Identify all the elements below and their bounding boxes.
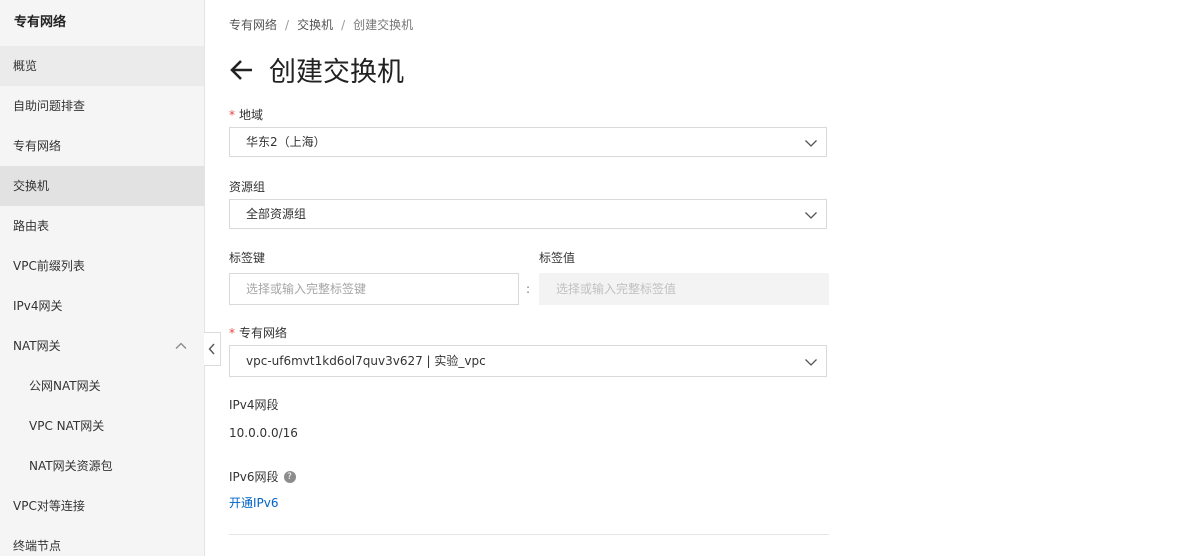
- sidebar-item-nat-package[interactable]: NAT网关资源包: [0, 446, 204, 486]
- main-content: 专有网络 / 交换机 / 创建交换机 创建交换机 * 地域 华东2（上海） 资源组 全部资…: [229, 0, 829, 556]
- region-select-value: 华东2（上海）: [246, 135, 326, 149]
- sidebar-item-public-nat[interactable]: 公网NAT网关: [0, 366, 204, 406]
- tag-separator: :: [526, 282, 531, 296]
- vpc-label: * 专有网络: [229, 324, 287, 341]
- breadcrumb-item-current: 创建交换机: [353, 18, 414, 32]
- tag-value-input[interactable]: 选择或输入完整标签值: [539, 273, 829, 305]
- sidebar-item-route-table[interactable]: 路由表: [0, 206, 204, 246]
- page-title-text: 创建交换机: [269, 57, 404, 88]
- sidebar-item-vpc[interactable]: 专有网络: [0, 126, 204, 166]
- vpc-select-value: vpc-uf6mvt1kd6ol7quv3v627 | 实验_vpc: [246, 354, 486, 368]
- required-mark: *: [229, 326, 235, 340]
- ipv4-cidr-value: 10.0.0.0/16: [229, 426, 298, 440]
- sidebar-collapse-button[interactable]: [204, 332, 221, 366]
- sidebar-item-self-diagnosis[interactable]: 自助问题排查: [0, 86, 204, 126]
- chevron-left-icon: [208, 343, 215, 355]
- required-mark: *: [229, 108, 235, 122]
- sidebar-item-endpoint[interactable]: 终端节点: [0, 526, 204, 556]
- sidebar-title: 专有网络: [14, 15, 67, 30]
- sidebar-item-vpc-nat[interactable]: VPC NAT网关: [0, 406, 204, 446]
- region-label-text: 地域: [239, 108, 264, 122]
- region-select[interactable]: 华东2（上海）: [229, 127, 827, 157]
- resource-group-label: 资源组: [229, 180, 266, 194]
- sidebar-item-label: NAT网关: [13, 339, 61, 353]
- chevron-up-icon[interactable]: [174, 339, 188, 353]
- sidebar-item-vswitch[interactable]: 交换机: [0, 166, 204, 206]
- breadcrumb-item-vswitch[interactable]: 交换机: [297, 18, 333, 32]
- sidebar: 专有网络 概览 自助问题排查 专有网络 交换机 路由表 VPC前缀列表 IPv4…: [0, 0, 205, 556]
- sidebar-item-overview[interactable]: 概览: [0, 46, 204, 86]
- breadcrumb-item-vpc[interactable]: 专有网络: [229, 18, 277, 32]
- tag-value-label: 标签值: [539, 251, 576, 265]
- tag-key-placeholder: 选择或输入完整标签键: [246, 282, 367, 296]
- resource-group-select-value: 全部资源组: [246, 207, 307, 221]
- divider: [229, 534, 829, 535]
- resource-group-select[interactable]: 全部资源组: [229, 199, 827, 229]
- ipv6-cidr-label: IPv6网段?: [229, 468, 296, 485]
- region-label: * 地域: [229, 106, 263, 123]
- chevron-down-icon: [805, 140, 817, 147]
- vpc-label-text: 专有网络: [239, 326, 288, 340]
- enable-ipv6-link[interactable]: 开通IPv6: [229, 494, 279, 511]
- tag-key-input[interactable]: 选择或输入完整标签键: [229, 273, 519, 305]
- help-icon[interactable]: ?: [283, 470, 296, 483]
- sidebar-item-vpc-peering[interactable]: VPC对等连接: [0, 486, 204, 526]
- vpc-select[interactable]: vpc-uf6mvt1kd6ol7quv3v627 | 实验_vpc: [229, 345, 827, 377]
- breadcrumb-separator: /: [285, 18, 290, 32]
- breadcrumb-separator: /: [341, 18, 346, 32]
- ipv6-cidr-label-text: IPv6网段: [229, 470, 279, 484]
- page-title: 创建交换机: [229, 50, 404, 89]
- chevron-down-icon: [805, 359, 817, 366]
- sidebar-item-ipv4-gateway[interactable]: IPv4网关: [0, 286, 204, 326]
- sidebar-item-nat-gateway[interactable]: NAT网关: [0, 326, 204, 366]
- tag-key-label: 标签键: [229, 251, 266, 265]
- breadcrumb: 专有网络 / 交换机 / 创建交换机: [229, 16, 413, 33]
- back-arrow-icon[interactable]: [229, 57, 255, 83]
- ipv4-cidr-label: IPv4网段: [229, 398, 279, 412]
- tag-value-placeholder: 选择或输入完整标签值: [556, 282, 677, 296]
- sidebar-item-prefix-list[interactable]: VPC前缀列表: [0, 246, 204, 286]
- chevron-down-icon: [805, 212, 817, 219]
